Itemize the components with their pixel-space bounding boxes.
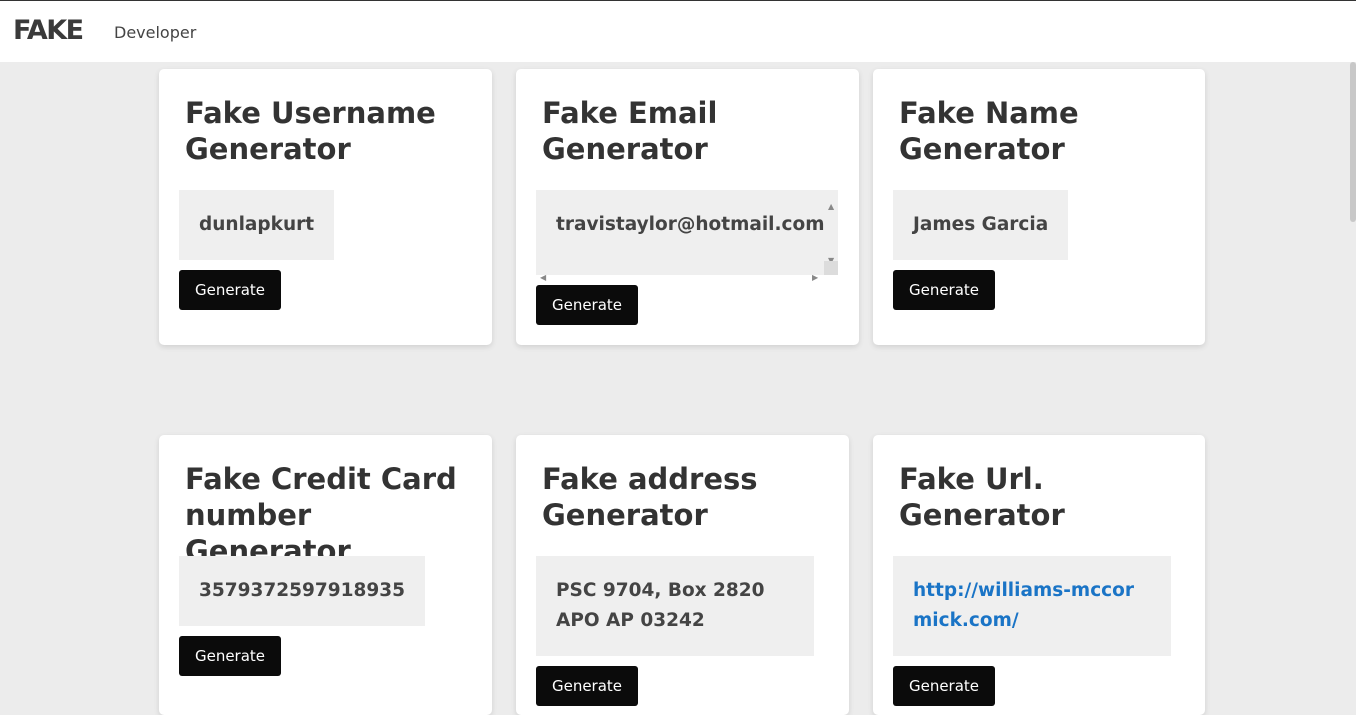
card-username-generator: Fake Username Generator dunlapkurt Gener… bbox=[159, 69, 492, 345]
generated-username: dunlapkurt bbox=[179, 190, 335, 260]
scroll-up-icon[interactable]: ▲ bbox=[828, 192, 834, 222]
generated-credit-card-number: 3579372597918935 bbox=[179, 556, 425, 626]
logo[interactable]: FAKE bbox=[13, 15, 84, 46]
generate-address-button[interactable]: Generate bbox=[536, 666, 638, 706]
card-url-generator: Fake Url. Generator http://williams-mcco… bbox=[873, 435, 1205, 715]
scroll-right-icon[interactable]: ▶ bbox=[812, 263, 818, 293]
card-email-generator: Fake Email Generator travistaylor@hotmai… bbox=[516, 69, 859, 345]
generated-email-box: travistaylor@hotmail.com ▲ ▼ ◀ ▶ bbox=[536, 190, 838, 282]
generated-url-link[interactable]: http://williams-mccormick.com/ bbox=[913, 580, 1134, 631]
card-title: Fake Name Generator bbox=[899, 96, 1079, 166]
card-title: Fake address Generator bbox=[542, 462, 758, 532]
generate-url-button[interactable]: Generate bbox=[893, 666, 995, 706]
card-credit-card-generator: Fake Credit Card number Generator 357937… bbox=[159, 435, 492, 715]
nav-link-developer[interactable]: Developer bbox=[114, 23, 196, 42]
card-title: Fake Email Generator bbox=[542, 96, 718, 166]
page-scrollbar[interactable] bbox=[1350, 62, 1356, 222]
generate-email-button[interactable]: Generate bbox=[536, 285, 638, 325]
generated-url-box: http://williams-mccormick.com/ bbox=[893, 556, 1171, 656]
generated-email: travistaylor@hotmail.com bbox=[556, 214, 825, 235]
scrollbar-corner bbox=[824, 261, 838, 275]
generated-name: James Garcia bbox=[893, 190, 1069, 260]
generate-credit-card-button[interactable]: Generate bbox=[179, 636, 281, 676]
card-title: Fake Url. Generator bbox=[899, 462, 1065, 532]
vertical-scrollbar[interactable]: ▲ ▼ bbox=[824, 190, 838, 265]
card-title: Fake Username Generator bbox=[185, 96, 436, 166]
top-navbar: FAKE Developer bbox=[0, 0, 1356, 62]
card-name-generator: Fake Name Generator James Garcia Generat… bbox=[873, 69, 1205, 345]
card-address-generator: Fake address Generator PSC 9704, Box 282… bbox=[516, 435, 849, 715]
generate-username-button[interactable]: Generate bbox=[179, 270, 281, 310]
generate-name-button[interactable]: Generate bbox=[893, 270, 995, 310]
generated-address: PSC 9704, Box 2820 APO AP 03242 bbox=[536, 556, 814, 656]
card-title: Fake Credit Card number Generator bbox=[185, 462, 457, 568]
horizontal-scrollbar[interactable]: ◀ ▶ bbox=[536, 261, 824, 282]
